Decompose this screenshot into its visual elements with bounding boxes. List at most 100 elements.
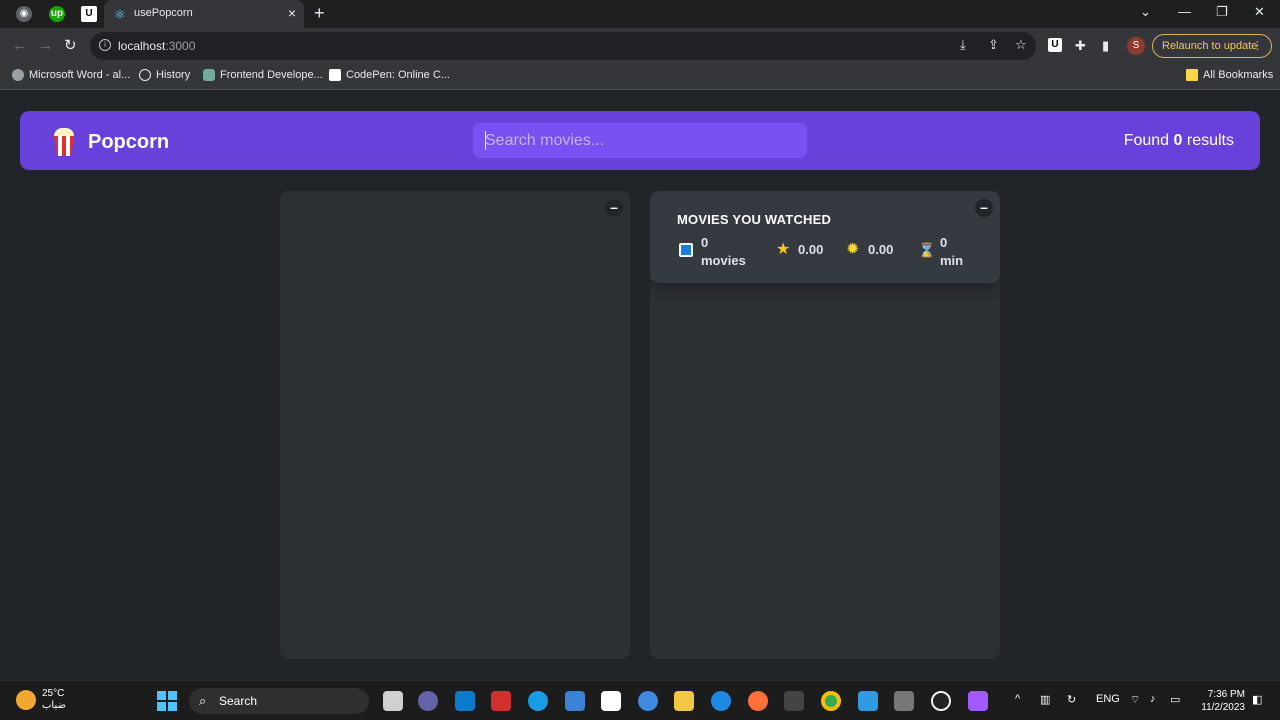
chrome-tab-icon[interactable]: ◉ (16, 6, 32, 22)
tab-usepopcorn[interactable]: ⚛ usePopcorn × (104, 0, 304, 28)
popcorn-icon (52, 128, 76, 156)
toggle-watched-button[interactable]: – (975, 199, 993, 217)
summary-title: MOVIES YOU WATCHED (677, 212, 832, 227)
bookmark-item[interactable]: Frontend Develope... (203, 69, 323, 81)
mail-app-icon[interactable] (601, 691, 621, 711)
extensions-puzzle-icon[interactable]: ✚ (1075, 38, 1086, 54)
all-bookmarks[interactable]: All Bookmarks (1186, 69, 1273, 81)
relaunch-label: Relaunch to update (1162, 40, 1258, 52)
toggle-list-button[interactable]: – (605, 199, 623, 217)
new-tab-icon[interactable]: + (314, 3, 325, 24)
windows-taskbar: 25°C ضباب ⌕ Search ^ ▥ ↻ ENG ⌔ ♪ ▭ 7:36 P… (0, 680, 1280, 720)
search-icon: ⌕ (199, 693, 207, 708)
back-icon[interactable]: ← (12, 37, 27, 55)
share-icon[interactable]: ⇪ (988, 37, 999, 53)
maps-icon[interactable] (711, 691, 731, 711)
sun-icon: ✹ (846, 241, 860, 258)
tray-app-icon[interactable]: ▥ (1040, 693, 1050, 706)
tab-title: usePopcorn (134, 7, 193, 19)
taskbar-search[interactable]: ⌕ Search (189, 688, 369, 714)
clock-time: 7:36 PM (1207, 689, 1245, 700)
chrome-icon[interactable] (821, 691, 841, 711)
temperature: 25°C (42, 688, 65, 699)
close-window-icon[interactable]: ✕ (1254, 4, 1265, 20)
hashtag-icon (679, 243, 693, 257)
search-label: Search (219, 694, 258, 708)
browser-toolbar: ← → ↻ i localhost:3000 ⤓ ⇪ ☆ U ✚ ▮ S Rel… (0, 28, 1280, 64)
maximize-icon[interactable]: ❐ (1216, 4, 1228, 20)
task-view-icon[interactable] (383, 691, 403, 711)
calculator-icon[interactable] (894, 691, 914, 711)
bookmark-label: CodePen: Online C... (346, 69, 450, 81)
teams-icon[interactable] (418, 691, 438, 711)
profile-avatar[interactable]: S (1127, 37, 1145, 55)
text-cursor (485, 131, 486, 150)
openai-icon (203, 69, 215, 81)
bookmark-star-icon[interactable]: ☆ (1015, 37, 1027, 53)
bookmark-label: Frontend Develope... (220, 69, 323, 81)
file-explorer-icon[interactable] (674, 691, 694, 711)
relaunch-button[interactable]: Relaunch to update ⋮ (1152, 34, 1272, 58)
address-bar[interactable]: i localhost:3000 ⤓ ⇪ ☆ (90, 32, 1036, 60)
install-app-icon[interactable]: ⤓ (960, 37, 966, 53)
bookmark-label: Microsoft Word - al... (29, 69, 131, 81)
app-navbar: Popcorn Found 0 results (20, 111, 1260, 170)
acrobat-icon[interactable] (491, 691, 511, 711)
show-hidden-icons-icon[interactable]: ^ (1015, 693, 1020, 705)
weather-widget[interactable]: 25°C ضباب (16, 688, 66, 712)
terminal-icon[interactable] (784, 691, 804, 711)
watched-box: MOVIES YOU WATCHED 0 movies ★ 0.00 ✹ 0.00… (650, 191, 1000, 659)
watched-summary: MOVIES YOU WATCHED 0 movies ★ 0.00 ✹ 0.00… (650, 191, 1000, 283)
reload-icon[interactable]: ↻ (64, 37, 77, 55)
bookmark-label: History (156, 69, 191, 81)
side-panel-icon[interactable]: ▮ (1102, 38, 1109, 54)
site-info-icon[interactable]: i (99, 39, 111, 51)
browser-tab-bar: ◉ up U ⚛ usePopcorn × + ⌄ — ❐ ✕ (0, 0, 1280, 28)
stat-user-rating: ✹ 0.00 (846, 241, 894, 258)
weather-icon (16, 690, 36, 710)
bookmark-item[interactable]: Microsoft Word - al... (12, 69, 130, 81)
notification-icon[interactable]: ◧ (1252, 693, 1262, 706)
logo: Popcorn (52, 128, 169, 156)
close-tab-icon[interactable]: × (288, 5, 296, 21)
stat-runtime: ⌛ 0 min (918, 235, 964, 268)
language-indicator[interactable]: ENG (1096, 693, 1120, 705)
forward-icon[interactable]: → (38, 37, 53, 55)
all-bookmarks-label: All Bookmarks (1203, 69, 1274, 81)
results-count: Found 0 results (1123, 132, 1234, 149)
battery-icon[interactable]: ▭ (1170, 693, 1180, 706)
folder-icon (1186, 69, 1198, 81)
figma-icon[interactable] (968, 691, 988, 711)
volume-icon[interactable]: ♪ (1150, 693, 1156, 705)
search-input[interactable] (473, 123, 807, 158)
stat-movies: 0 movies (679, 234, 746, 270)
store-icon[interactable] (565, 691, 585, 711)
edge-icon[interactable] (528, 691, 548, 711)
url-text[interactable]: localhost:3000 (118, 39, 195, 53)
tab-search-icon[interactable]: ⌄ (1140, 4, 1151, 20)
history-icon (139, 69, 151, 81)
react-icon: ⚛ (114, 7, 126, 22)
stat-imdb-rating: ★ 0.00 (776, 241, 824, 258)
notepad-icon[interactable] (858, 691, 878, 711)
bookmark-item[interactable]: History (139, 69, 190, 81)
wifi-icon[interactable]: ⌔ (1130, 693, 1140, 707)
clock-date: 11/2/2023 (1201, 702, 1245, 713)
movie-list-box: – (280, 191, 630, 659)
start-windows-icon[interactable] (157, 691, 177, 711)
vscode-icon[interactable] (455, 691, 475, 711)
star-icon: ★ (776, 241, 791, 258)
minimize-icon[interactable]: — (1178, 4, 1191, 19)
chat-icon[interactable] (638, 691, 658, 711)
bookmarks-bar: Microsoft Word - al... History Frontend … (0, 64, 1280, 90)
bookmark-item[interactable]: CodePen: Online C... (329, 69, 450, 81)
media-player-icon[interactable] (931, 691, 951, 711)
sync-icon[interactable]: ↻ (1067, 693, 1076, 706)
weather-text: ضباب (42, 700, 66, 711)
extension-u-icon[interactable]: U (1048, 38, 1062, 52)
u-tab-icon[interactable]: U (81, 6, 97, 22)
upwork-tab-icon[interactable]: up (49, 6, 65, 22)
more-menu-icon: ⋮ (1252, 40, 1263, 52)
firefox-icon[interactable] (748, 691, 768, 711)
clock[interactable]: 7:36 PM 11/2/2023 (1195, 688, 1245, 714)
